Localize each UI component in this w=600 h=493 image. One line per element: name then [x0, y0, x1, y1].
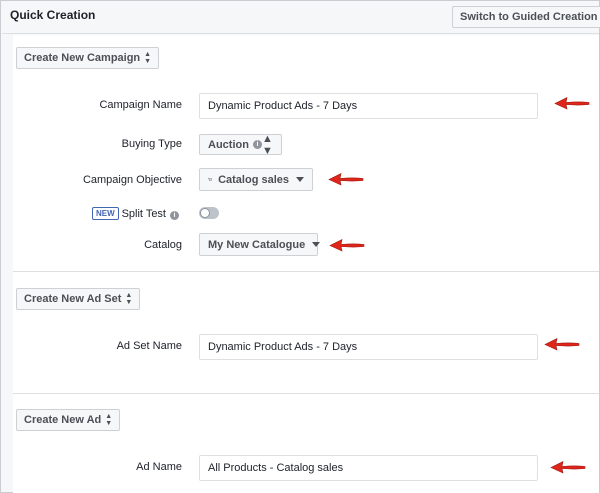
triangle-down-icon [312, 242, 321, 247]
campaign-objective-label: Campaign Objective [82, 174, 182, 186]
split-test-text: Split Test [121, 208, 166, 220]
create-new-ad-label: Create New Ad [24, 414, 102, 426]
annotation-arrow-icon [550, 460, 586, 474]
info-icon: i [170, 211, 179, 220]
annotation-arrow-icon [328, 172, 364, 186]
create-new-campaign-label: Create New Campaign [24, 52, 141, 64]
campaign-objective-value: Catalog sales [218, 173, 289, 186]
buying-type-select[interactable]: Auction i ▲ ▼ [199, 132, 282, 157]
triangle-down-icon [296, 177, 304, 182]
new-badge: NEW [92, 207, 119, 220]
campaign-name-label: Campaign Name [99, 99, 182, 111]
create-new-ad-set-label: Create New Ad Set [24, 293, 122, 305]
split-test-label: Split Test i [122, 208, 179, 220]
buying-type-label: Buying Type [121, 138, 182, 150]
cart-icon [208, 177, 213, 181]
quick-creation-panel: Quick Creation Switch to Guided Creation… [0, 0, 600, 493]
annotation-arrow-icon [544, 337, 580, 351]
up-down-caret-icon: ▲ ▼ [261, 132, 273, 157]
annotation-arrow-icon [554, 96, 590, 110]
ad-set-name-label: Ad Set Name [116, 340, 182, 352]
ad-set-name-input[interactable]: Dynamic Product Ads - 7 Days [199, 334, 538, 360]
up-down-caret-icon: ▲ ▼ [144, 51, 152, 65]
buying-type-value: Auction [208, 138, 249, 151]
catalog-label: Catalog [144, 239, 182, 251]
campaign-objective-select[interactable]: Catalog sales [199, 168, 313, 191]
up-down-caret-icon: ▲ ▼ [125, 292, 133, 306]
split-test-toggle[interactable] [199, 207, 219, 219]
panel-title: Quick Creation [10, 8, 96, 22]
info-icon: i [252, 140, 262, 149]
toggle-knob [200, 208, 210, 218]
create-new-campaign-button[interactable]: Create New Campaign ▲ ▼ [16, 47, 160, 69]
ad-name-input[interactable]: All Products - Catalog sales [199, 455, 538, 481]
catalog-value: My New Catalogue [208, 238, 306, 251]
create-new-ad-button[interactable]: Create New Ad ▲ ▼ [16, 409, 121, 431]
campaign-name-input[interactable]: Dynamic Product Ads - 7 Days [199, 93, 538, 119]
catalog-select[interactable]: My New Catalogue [199, 233, 321, 256]
create-new-ad-set-button[interactable]: Create New Ad Set ▲ ▼ [16, 288, 141, 310]
switch-to-guided-button[interactable]: Switch to Guided Creation [452, 6, 600, 28]
up-down-caret-icon: ▲ ▼ [105, 413, 113, 427]
annotation-arrow-icon [329, 238, 365, 252]
ad-name-label: Ad Name [136, 461, 182, 473]
